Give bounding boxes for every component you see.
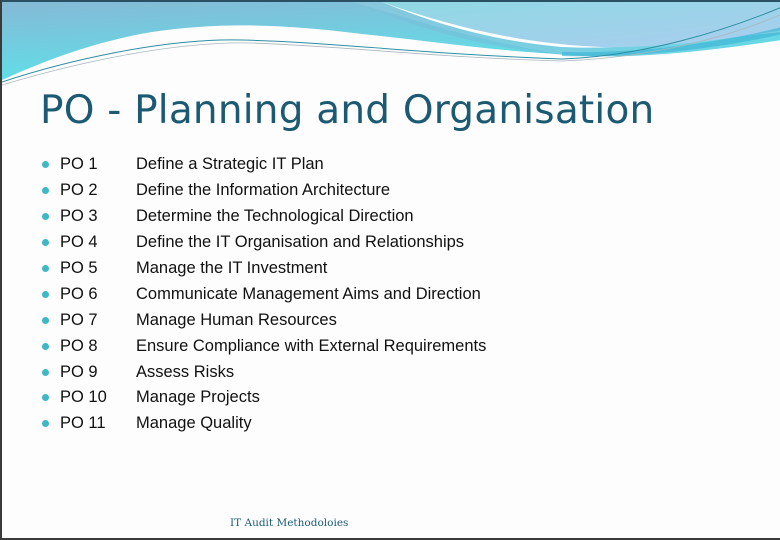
item-code: PO 3 <box>60 207 98 226</box>
item-code: PO 4 <box>60 233 98 252</box>
item-code: PO 8 <box>60 336 98 355</box>
item-description: Ensure Compliance with External Requirem… <box>136 336 487 355</box>
item-description: Manage Human Resources <box>136 310 337 329</box>
item-description: Define a Strategic IT Plan <box>136 155 324 174</box>
process-list: PO 1 Define a Strategic IT Plan PO 2 Defin… <box>42 152 486 437</box>
list-item: PO 3 Determine the Technological Directio… <box>42 204 486 230</box>
dot-bullet-icon <box>42 290 49 298</box>
item-code: PO 9 <box>60 362 98 381</box>
item-description: Determine the Technological Direction <box>136 207 414 226</box>
list-item: PO 2 Define the Information Architecture <box>42 178 486 204</box>
item-description: Manage Quality <box>136 414 252 433</box>
item-description: Manage the IT Investment <box>136 259 328 277</box>
item-code: PO 7 <box>60 310 98 329</box>
item-code: PO 5 <box>60 259 98 277</box>
dot-bullet-icon <box>42 342 49 350</box>
item-description: Assess Risks <box>136 362 235 381</box>
dot-bullet-icon <box>42 316 49 324</box>
item-description: Communicate Management Aims and Directio… <box>136 284 481 303</box>
list-item: PO 5 Manage the IT Investment <box>42 256 486 282</box>
dot-bullet-icon <box>42 187 49 195</box>
item-code: PO 10 <box>60 388 107 407</box>
header-wave-decoration <box>2 2 780 86</box>
item-description: Manage Projects <box>136 388 260 407</box>
item-description: Define the Information Architecture <box>136 181 391 200</box>
slide-footer: IT Audit Methodoloies <box>230 517 349 529</box>
dot-bullet-icon <box>42 394 49 402</box>
dot-bullet-icon <box>42 213 49 221</box>
item-description: Define the IT Organisation and Relations… <box>136 233 465 252</box>
list-item: PO 1 Define a Strategic IT Plan <box>42 152 486 178</box>
dot-bullet-icon <box>42 368 49 376</box>
list-item: PO 6 Communicate Management Aims and Dire… <box>42 281 486 307</box>
dot-bullet-icon <box>42 161 49 169</box>
list-item: PO 10 Manage Projects <box>42 385 486 411</box>
list-item: PO 8 Ensure Compliance with External Requ… <box>42 333 486 359</box>
list-item: PO 9 Assess Risks <box>42 359 486 385</box>
item-code: PO 2 <box>60 181 98 200</box>
list-item: PO 11 Manage Quality <box>42 411 486 437</box>
slide: PO - Planning and Organisation PO 1 Defin… <box>0 0 780 540</box>
item-code: PO 6 <box>60 284 98 303</box>
dot-bullet-icon <box>42 420 49 428</box>
item-code: PO 1 <box>60 155 98 174</box>
item-code: PO 11 <box>60 414 106 433</box>
list-item: PO 7 Manage Human Resources <box>42 307 486 333</box>
dot-bullet-icon <box>42 239 49 247</box>
dot-bullet-icon <box>42 265 49 272</box>
list-item: PO 4 Define the IT Organisation and Relat… <box>42 230 486 256</box>
slide-title: PO - Planning and Organisation <box>40 88 655 133</box>
